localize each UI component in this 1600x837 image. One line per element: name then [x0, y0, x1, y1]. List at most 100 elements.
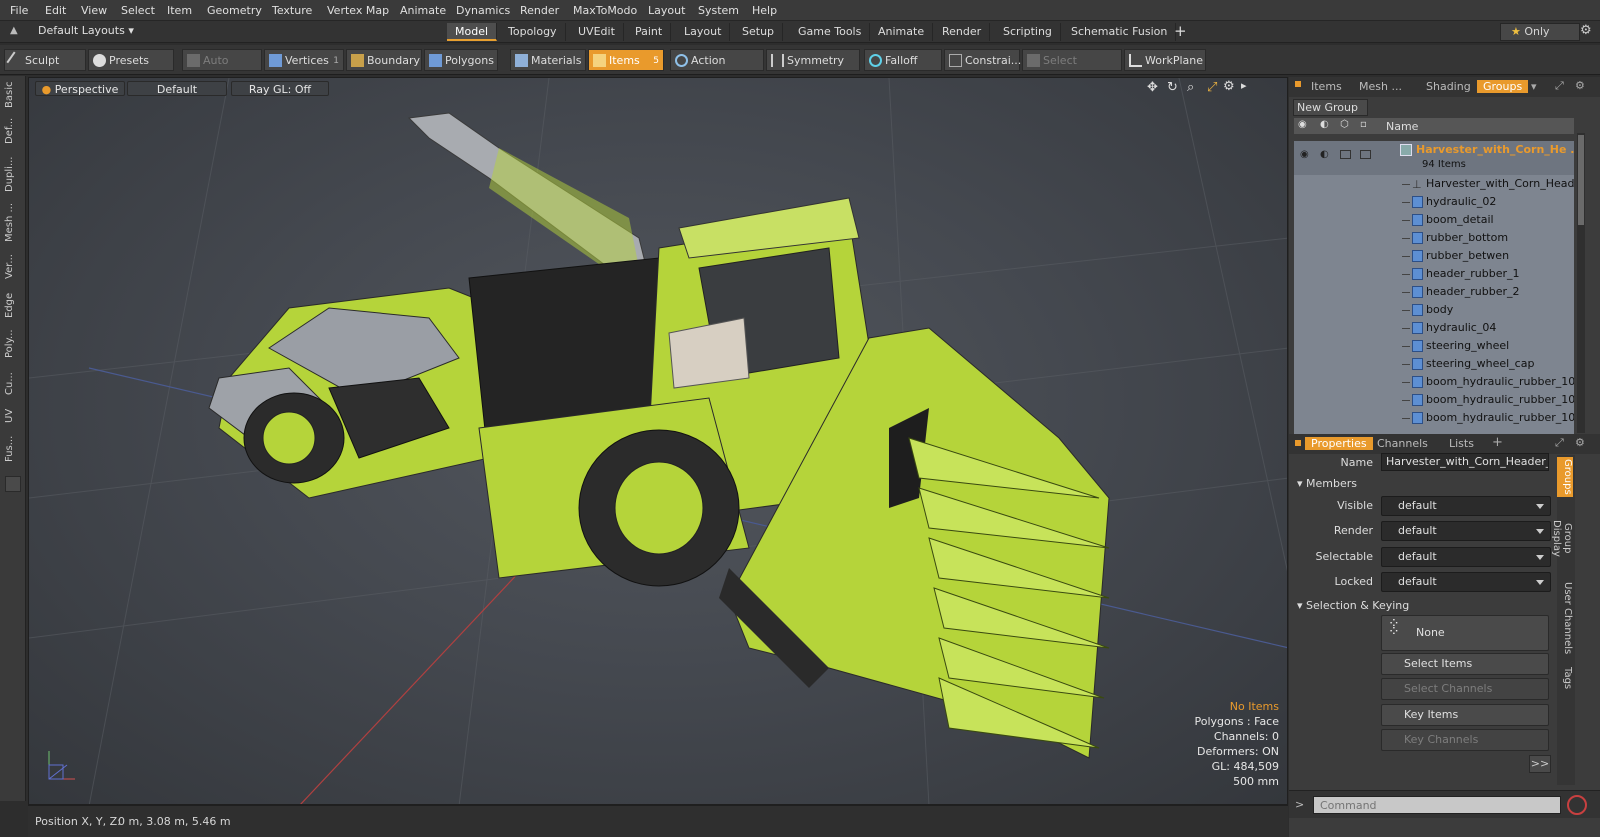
viewport-expand-icon[interactable]: ▸ [1241, 79, 1247, 92]
fit-view-icon[interactable]: ⤢ [1207, 80, 1217, 95]
selection-keying-section[interactable]: ▾ Selection & Keying [1297, 599, 1409, 612]
menu-help[interactable]: Help [752, 4, 777, 17]
expand-panel-icon[interactable]: ⤢ [1555, 436, 1564, 450]
tab-uvedit[interactable]: UVEdit [570, 23, 624, 41]
list-item[interactable]: ⊥ Harvester_with_Corn_Head... [1294, 175, 1574, 193]
tab-layout[interactable]: Layout [676, 23, 731, 41]
menu-layout[interactable]: Layout [648, 4, 685, 17]
tab-polygon[interactable]: Poly... [4, 326, 22, 362]
tab-properties[interactable]: Properties [1305, 437, 1373, 450]
command-input[interactable] [1313, 796, 1561, 814]
side-tab-group-display[interactable]: Group Display [1551, 503, 1573, 573]
tab-deform[interactable]: Def... [4, 114, 22, 148]
polygons-button[interactable]: Polygons [424, 49, 498, 71]
side-tab-tags[interactable]: Tags [1557, 663, 1573, 693]
list-item[interactable]: rubber_bottom [1294, 229, 1574, 247]
falloff-button[interactable]: Falloff [864, 49, 942, 71]
menu-animate[interactable]: Animate [400, 4, 446, 17]
tab-basic[interactable]: Basic [4, 82, 22, 108]
list-item[interactable]: header_rubber_2 [1294, 283, 1574, 301]
raygl-toggle[interactable]: Ray GL: Off [231, 81, 329, 96]
name-input[interactable]: Harvester_with_Corn_Header_6_ [1381, 453, 1549, 471]
tab-channels[interactable]: Channels [1371, 437, 1434, 450]
vertices-button[interactable]: Vertices 1 [264, 49, 344, 71]
select-items-button[interactable]: Select Items [1381, 653, 1549, 675]
presets-button[interactable]: Presets [88, 49, 174, 71]
rotate-view-icon[interactable]: ↻ [1167, 80, 1178, 95]
workplane-button[interactable]: WorkPlane [1124, 49, 1206, 71]
tab-vertex[interactable]: Ver... [4, 250, 22, 284]
menu-texture[interactable]: Texture [272, 4, 312, 17]
members-section[interactable]: ▾ Members [1297, 477, 1357, 490]
view-type-dropdown[interactable]: ● Perspective [35, 81, 125, 96]
select-channels-button[interactable]: Select Channels [1381, 678, 1549, 700]
visibility-header-icon[interactable]: ◉ [1298, 119, 1307, 130]
outliner-scrollbar[interactable] [1577, 133, 1585, 433]
none-button[interactable]: ⁘ ⁘ None [1381, 615, 1549, 651]
menu-item[interactable]: Item [167, 4, 192, 17]
side-tab-user-channels[interactable]: User Channels [1557, 579, 1573, 657]
3d-viewport[interactable]: ● Perspective Default Ray GL: Off ✥ ↻ ⌕ … [28, 77, 1288, 805]
tab-shading[interactable]: Shading [1420, 80, 1477, 93]
tab-curve[interactable]: Cu... [4, 368, 22, 400]
key-items-button[interactable]: Key Items [1381, 704, 1549, 726]
list-item[interactable]: hydraulic_04 [1294, 319, 1574, 337]
list-item[interactable]: rubber_betwen [1294, 247, 1574, 265]
list-item[interactable]: steering_wheel [1294, 337, 1574, 355]
sculpt-button[interactable]: Sculpt [4, 49, 86, 71]
constraints-button[interactable]: Constrai... [944, 49, 1021, 71]
boundary-button[interactable]: Boundary [346, 49, 422, 71]
new-group-button[interactable]: New Group [1293, 99, 1368, 116]
menu-maxtomodo[interactable]: MaxToModo [573, 4, 637, 17]
locked-dropdown[interactable]: default [1381, 572, 1551, 592]
select-header-icon[interactable]: ▫ [1360, 119, 1367, 130]
expand-panel-icon[interactable]: ⤢ [1555, 79, 1564, 93]
tab-model[interactable]: Model [447, 23, 498, 41]
list-item[interactable]: body [1294, 301, 1574, 319]
action-center-button[interactable]: Action Center [670, 49, 764, 89]
layout-selector[interactable]: Default Layouts ▾ [38, 24, 134, 37]
add-tab-icon[interactable]: + [1174, 22, 1187, 40]
menu-system[interactable]: System [698, 4, 739, 17]
render-dropdown[interactable]: default [1381, 521, 1551, 541]
tab-schematic-fusion[interactable]: Schematic Fusion [1063, 23, 1177, 41]
tab-render[interactable]: Render [934, 23, 991, 41]
auto-select-button[interactable]: Auto Select [182, 49, 262, 89]
render-header-icon[interactable]: ◐ [1320, 119, 1329, 130]
tab-setup[interactable]: Setup [734, 23, 784, 41]
list-item[interactable]: hydraulic_02 [1294, 193, 1574, 211]
items-button[interactable]: Items 5 [588, 49, 664, 71]
menu-select[interactable]: Select [121, 4, 155, 17]
panel-settings-icon[interactable]: ⚙ [1575, 436, 1585, 449]
visible-dropdown[interactable]: default [1381, 496, 1551, 516]
tab-scripting[interactable]: Scripting [995, 23, 1061, 41]
group-select-icon[interactable] [1360, 150, 1371, 159]
group-row[interactable]: ◉ ◐ Harvester_with_Corn_He ... 94 Items [1294, 141, 1574, 175]
menu-edit[interactable]: Edit [45, 4, 66, 17]
list-item[interactable]: boom_detail [1294, 211, 1574, 229]
side-tab-groups[interactable]: Groups [1557, 457, 1573, 497]
move-view-icon[interactable]: ✥ [1147, 80, 1158, 95]
tab-mesh-edit[interactable]: Mesh ... [4, 200, 22, 244]
list-item[interactable]: boom_hydraulic_rubber_102 [1294, 373, 1574, 391]
expand-tools-button[interactable] [5, 476, 21, 492]
shading-dropdown[interactable]: Default [127, 81, 227, 96]
menu-view[interactable]: View [81, 4, 107, 17]
selectable-dropdown[interactable]: default [1381, 547, 1551, 567]
menu-file[interactable]: File [10, 4, 28, 17]
group-lock-icon[interactable] [1340, 150, 1351, 159]
list-item[interactable]: boom_hydraulic_rubber_104 [1294, 409, 1574, 427]
tab-duplicate[interactable]: Dupli... [4, 154, 22, 194]
tab-uv[interactable]: UV [4, 406, 22, 426]
tab-topology[interactable]: Topology [500, 23, 566, 41]
harvester-model[interactable] [208, 112, 1110, 759]
tab-edge[interactable]: Edge [4, 290, 22, 320]
symmetry-button[interactable]: Symmetry [766, 49, 860, 71]
menu-dynamics[interactable]: Dynamics [456, 4, 510, 17]
select-through-button[interactable]: Select Through [1022, 49, 1122, 89]
menu-render[interactable]: Render [520, 4, 559, 17]
tabs-dropdown-icon[interactable]: ▾ [1531, 80, 1537, 93]
gear-icon[interactable]: ⚙ [1580, 23, 1592, 38]
layout-pin-icon[interactable]: ▲ [10, 25, 18, 36]
record-icon[interactable] [1567, 795, 1587, 815]
